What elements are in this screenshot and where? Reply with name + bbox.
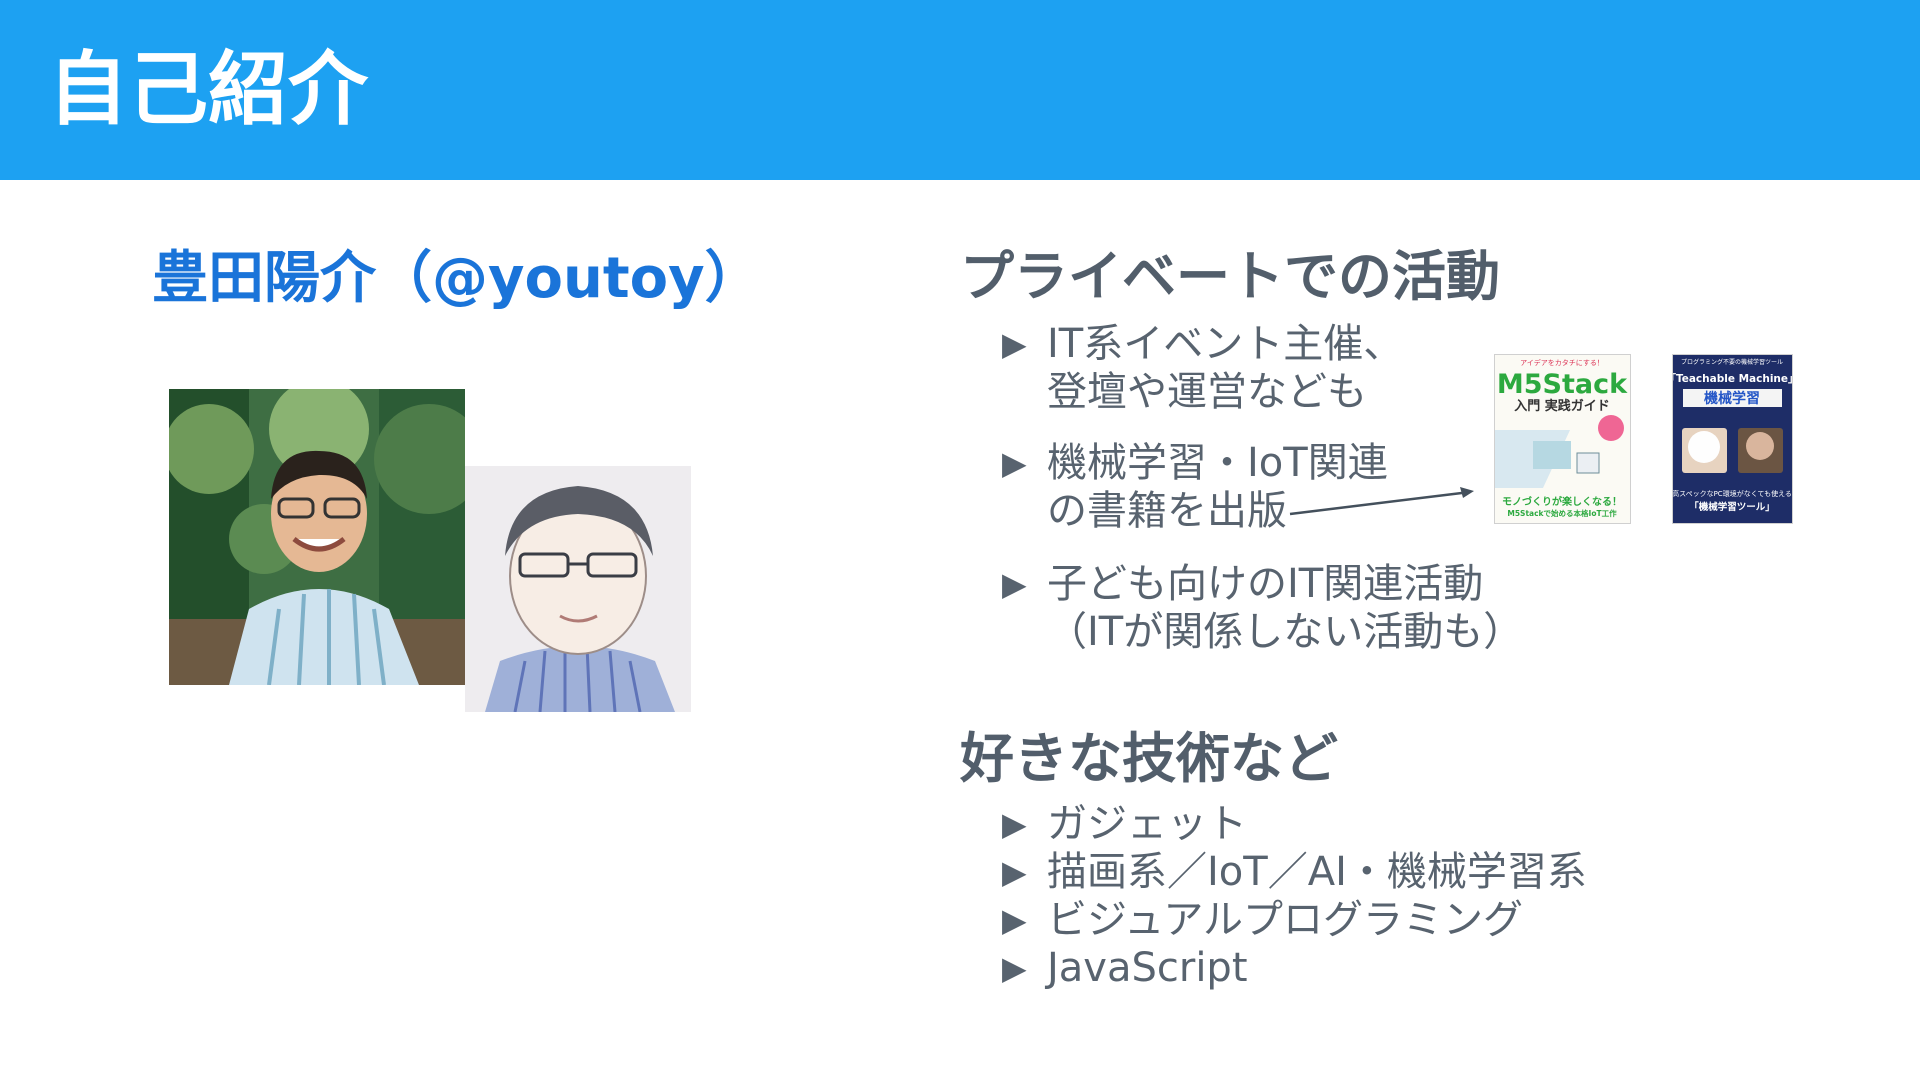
book-m5stack-bottom2: M5Stackで始める本格IoT工作 (1507, 508, 1617, 518)
tech-item-label: 描画系／IoT／AI・機械学習系 (1047, 849, 1587, 895)
arrow-icon (1289, 487, 1474, 516)
tech-item: ▶ 描画系／IoT／AI・機械学習系 (1002, 848, 1587, 896)
tech-item: ▶ JavaScript (1002, 944, 1248, 992)
book-m5stack-brand: M5Stack (1497, 369, 1628, 400)
activity-item: ▶ 子ども向けのIT関連活動 （ITが関係しない活動も） (1002, 560, 1523, 656)
play-triangle-icon: ▶ (1002, 805, 1027, 843)
book-tm-subtitle: 機械学習 (1704, 390, 1760, 407)
book-tm-brand: 「Teachable Machine」 (1673, 372, 1792, 385)
book-tm-bottom2: 「機械学習ツール」 (1689, 501, 1775, 513)
tech-item-label: ガジェット (1047, 801, 1247, 847)
play-triangle-icon: ▶ (1002, 853, 1027, 891)
book-tm-bottom1: 高スペックなPC環境がなくても使える (1673, 489, 1792, 498)
play-triangle-icon: ▶ (1002, 444, 1027, 482)
tech-item: ▶ ガジェット (1002, 800, 1247, 848)
play-triangle-icon: ▶ (1002, 949, 1027, 987)
activity-item-line1: IT系イベント主催、 (1047, 321, 1404, 367)
book-cover-m5stack: アイデアをカタチにする！ M5Stack 入門 実践ガイド モノづくりが楽しくな… (1495, 355, 1630, 523)
profile-name: 豊田陽介（@youtoy） (152, 246, 761, 311)
play-triangle-icon: ▶ (1002, 901, 1027, 939)
activity-item-line2: 登壇や運営なども (1047, 369, 1367, 415)
book-m5stack-bottom1: モノづくりが楽しくなる！ (1502, 495, 1622, 508)
play-triangle-icon: ▶ (1002, 565, 1027, 603)
play-triangle-icon: ▶ (1002, 325, 1027, 363)
activity-item-line2: （ITが関係しない活動も） (1047, 609, 1524, 655)
book-cover-teachable-machine: プログラミング不要の機械学習ツール 「Teachable Machine」 機械… (1673, 355, 1792, 523)
book-m5stack-subtitle: 入門 実践ガイド (1514, 398, 1610, 414)
activity-item-line1: 子ども向けのIT関連活動 (1047, 561, 1484, 607)
profile-photo (169, 389, 465, 685)
slide-title: 自己紹介 (48, 43, 368, 136)
tech-heading: 好きな技術など (960, 727, 1338, 790)
slide-header: 自己紹介 (0, 0, 1920, 180)
activities-heading: プライベートでの活動 (960, 245, 1500, 308)
portrait-illustration (465, 466, 691, 712)
tech-item-label: JavaScript (1047, 945, 1248, 991)
tech-item: ▶ ビジュアルプログラミング (1002, 896, 1523, 944)
activity-item: ▶ IT系イベント主催、 登壇や運営なども (1002, 320, 1403, 416)
book-tm-top: プログラミング不要の機械学習ツール (1681, 358, 1783, 366)
activity-item-line1: 機械学習・IoT関連 (1047, 440, 1388, 486)
book-m5stack-top: アイデアをカタチにする！ (1520, 358, 1604, 367)
tech-item-label: ビジュアルプログラミング (1047, 897, 1523, 943)
